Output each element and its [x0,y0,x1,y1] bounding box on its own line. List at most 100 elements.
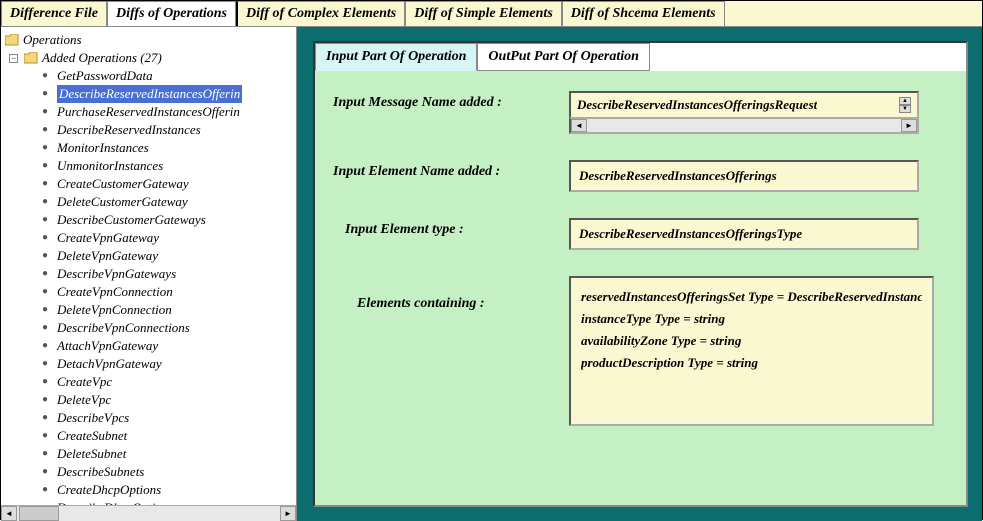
tab-output-part[interactable]: OutPut Part Of Operation [477,43,650,71]
containing-line: productDescription Type = string [581,352,922,374]
tree-item[interactable]: ●DeleteCustomerGateway [41,193,294,211]
bullet-icon: ● [41,198,49,206]
tree-item-label: CreateVpnConnection [57,283,173,301]
tree-horizontal-scrollbar[interactable]: ◄ ► [1,505,296,521]
tab-diffs-of-operations[interactable]: Diffs of Operations [107,1,236,26]
tree-item[interactable]: ● DescribeVpnGateways [41,265,294,283]
tree-item[interactable]: ● DescribeVpcs [41,409,294,427]
bullet-icon: ● [41,288,49,296]
bullet-icon: ● [41,396,49,404]
label-elements-containing: Elements containing : [333,276,561,312]
tree-item-label: DeleteVpnGateway [57,247,158,265]
bullet-icon: ● [41,90,49,98]
scroll-thumb[interactable] [19,506,59,521]
bullet-icon: ● [41,72,49,80]
tree-item[interactable]: ●CreateDhcpOptions [41,481,294,499]
label-input-element-type: Input Element type : [333,218,561,238]
tree-item-label: DeleteSubnet [57,445,126,463]
tree-item[interactable]: ●CreateVpnGateway [41,229,294,247]
spin-up-icon[interactable]: ▲ [899,97,911,105]
bullet-icon: ● [41,108,49,116]
spin-buttons[interactable]: ▲ ▼ [899,97,911,113]
bullet-icon: ● [41,270,49,278]
tree-item[interactable]: ●DescribeSubnets [41,463,294,481]
tree-item[interactable]: ●DescribeReservedInstancesOfferin [41,85,294,103]
tab-input-part[interactable]: Input Part Of Operation [315,43,477,71]
input-element-type-field[interactable]: DescribeReservedInstancesOfferingsType [569,218,919,250]
scroll-right-icon[interactable]: ► [280,506,296,521]
bullet-icon: ● [41,414,49,422]
label-input-message-name: Input Message Name added : [333,91,561,111]
scroll-left-icon[interactable]: ◄ [571,119,587,132]
tree-item-label: CreateVpnGateway [57,229,159,247]
tree-item[interactable]: ●UnmonitorInstances [41,157,294,175]
tree-item-label: DeleteVpc [57,391,111,409]
operations-tree-panel: Operations − Added Operations (27) ● GetP… [1,27,297,521]
tree-item-label: UnmonitorInstances [57,157,163,175]
tree-item[interactable]: ● DeleteVpnConnection [41,301,294,319]
tree-item[interactable]: ● MonitorInstances [41,139,294,157]
tree-root[interactable]: Operations [5,31,294,49]
tab-diff-schema-elements[interactable]: Diff of Shcema Elements [562,1,725,26]
scroll-left-icon[interactable]: ◄ [1,506,17,521]
field-horizontal-scrollbar[interactable]: ◄ ► [569,118,919,134]
tree-item[interactable]: ● DeleteSubnet [41,445,294,463]
tree-item[interactable]: ● GetPasswordData [41,67,294,85]
elements-containing-field[interactable]: reservedInstancesOfferingsSet Type = Des… [569,276,934,426]
tree-item-label: DescribeVpcs [57,409,129,427]
containing-line: availabilityZone Type = string [581,330,922,352]
bullet-icon: ● [41,306,49,314]
scroll-right-icon[interactable]: ► [901,119,917,132]
bullet-icon: ● [41,180,49,188]
bullet-icon: ● [41,342,49,350]
tree-item[interactable]: ●DetachVpnGateway [41,355,294,373]
bullet-icon: ● [41,504,49,505]
label-input-element-name: Input Element Name added : [333,160,561,180]
scroll-track[interactable] [59,506,280,521]
tree-item-label: CreateSubnet [57,427,127,445]
main-tab-bar: Difference File Diffs of Operations Diff… [1,1,982,27]
tree-item[interactable]: ● DeleteVpc [41,391,294,409]
input-message-name-value: DescribeReservedInstancesOfferingsReques… [577,97,817,113]
tree-item[interactable]: ● AttachVpnGateway [41,337,294,355]
input-element-type-value: DescribeReservedInstancesOfferingsType [579,226,802,241]
bullet-icon: ● [41,252,49,260]
tree-item-label: DescribeReservedInstances [57,121,201,139]
tree-item[interactable]: ●DescribeReservedInstances [41,121,294,139]
tab-difference-file[interactable]: Difference File [1,1,107,26]
tree-item[interactable]: ●CreateCustomerGateway [41,175,294,193]
tree-item-label: PurchaseReservedInstancesOfferin [57,103,240,121]
scroll-track[interactable] [587,119,901,132]
containing-line: reservedInstancesOfferingsSet Type = Des… [581,286,922,308]
tree-item[interactable]: ●DescribeVpnConnections [41,319,294,337]
bullet-icon: ● [41,144,49,152]
tree-item[interactable]: ●CreateSubnet [41,427,294,445]
inner-tab-bar: Input Part Of Operation OutPut Part Of O… [315,43,966,71]
tree-item-label: AttachVpnGateway [57,337,158,355]
tree-item[interactable]: ●DescribeCustomerGateways [41,211,294,229]
tab-diff-simple-elements[interactable]: Diff of Simple Elements [405,1,562,26]
collapse-icon[interactable]: − [9,54,18,63]
input-message-name-field[interactable]: DescribeReservedInstancesOfferingsReques… [569,91,919,134]
tab-diff-complex-elements[interactable]: Diff of Complex Elements [236,1,405,26]
detail-panel: Input Part Of Operation OutPut Part Of O… [297,27,982,521]
bullet-icon: ● [41,378,49,386]
tree-item-label: DescribeVpnGateways [57,265,176,283]
tree-item-label: GetPasswordData [57,67,153,85]
bullet-icon: ● [41,450,49,458]
tree-item[interactable]: ● PurchaseReservedInstancesOfferin [41,103,294,121]
spin-down-icon[interactable]: ▼ [899,105,911,113]
tree-item-label: MonitorInstances [57,139,149,157]
tree-item[interactable]: ● DeleteVpnGateway [41,247,294,265]
tree-group-added-operations[interactable]: − Added Operations (27) [9,49,294,67]
tree-root-label: Operations [23,32,82,48]
input-element-name-value: DescribeReservedInstancesOfferings [579,168,777,183]
folder-icon [24,52,38,64]
input-element-name-field[interactable]: DescribeReservedInstancesOfferings [569,160,919,192]
bullet-icon: ● [41,486,49,494]
tree-item-label: DeleteVpnConnection [57,301,172,319]
bullet-icon: ● [41,468,49,476]
tree-item[interactable]: ● CreateVpnConnection [41,283,294,301]
tree-group-label: Added Operations (27) [42,50,162,66]
tree-item[interactable]: ●CreateVpc [41,373,294,391]
